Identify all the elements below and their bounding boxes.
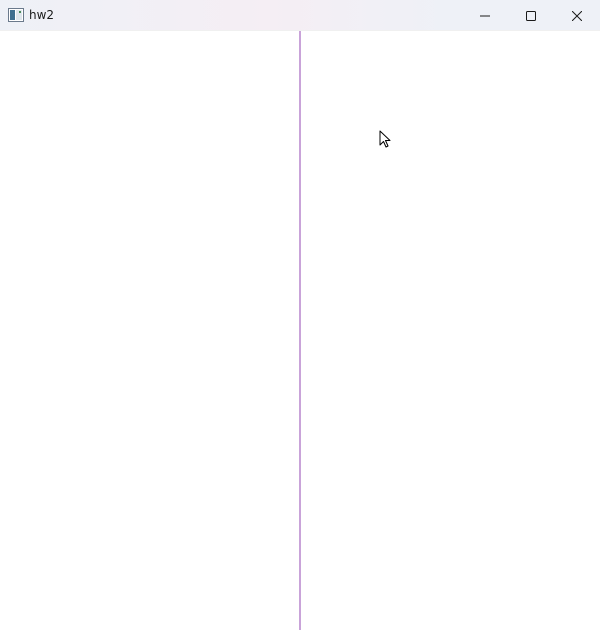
- vertical-divider-line: [298, 31, 301, 630]
- close-icon: [571, 6, 583, 25]
- close-button[interactable]: [554, 0, 600, 31]
- title-bar[interactable]: hw2: [0, 0, 600, 31]
- client-area[interactable]: [0, 31, 600, 630]
- minimize-button[interactable]: [462, 0, 508, 31]
- maximize-icon: [526, 6, 536, 25]
- window-title: hw2: [29, 7, 55, 22]
- window-controls: [462, 0, 600, 31]
- maximize-button[interactable]: [508, 0, 554, 31]
- mouse-pointer-icon: [379, 130, 391, 148]
- minimize-icon: [480, 6, 490, 25]
- app-window: hw2: [0, 0, 600, 630]
- app-window-icon: [8, 7, 24, 23]
